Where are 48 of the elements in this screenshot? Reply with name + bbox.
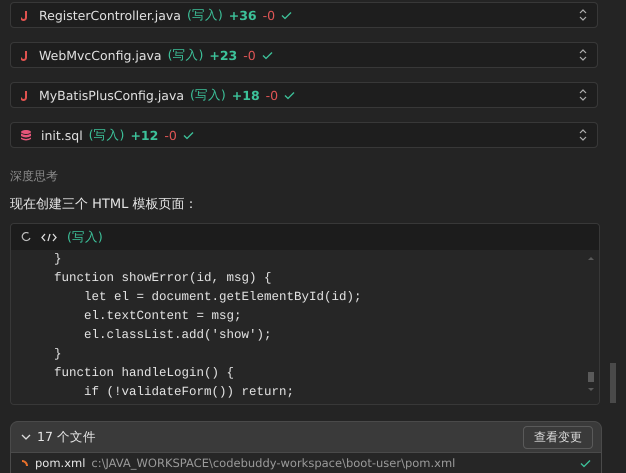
- added-count: +12: [130, 128, 158, 142]
- removed-count: -0: [262, 8, 276, 22]
- java-icon: [21, 90, 29, 100]
- code-line: el.classList.add('show');: [83, 327, 273, 344]
- expand-collapse-icon[interactable]: [579, 89, 587, 101]
- file-edit-row[interactable]: MyBatisPlusConfig.java (写入) +18 -0: [10, 82, 598, 108]
- write-mode-label: (写入): [168, 46, 204, 64]
- message-text: 现在创建三个 HTML 模板页面：: [10, 196, 198, 213]
- write-mode-label: (写入): [88, 126, 124, 144]
- file-name: pom.xml: [35, 456, 86, 470]
- code-line: function handleLogin() {: [53, 365, 236, 382]
- thinking-label[interactable]: 深度思考: [10, 168, 600, 185]
- chevron-down-icon[interactable]: [21, 434, 31, 440]
- code-line: el.textContent = msg;: [83, 308, 243, 325]
- file-edit-row[interactable]: RegisterController.java (写入) +36 -0: [10, 2, 598, 28]
- file-name: init.sql: [41, 128, 83, 142]
- file-edit-row[interactable]: init.sql (写入) +12 -0: [10, 122, 598, 148]
- expand-collapse-icon[interactable]: [579, 49, 587, 61]
- page-scrollbar-thumb[interactable]: [610, 363, 616, 403]
- added-count: +36: [228, 8, 257, 22]
- file-edit-row[interactable]: WebMvcConfig.java (写入) +23 -0: [10, 42, 598, 68]
- added-count: +23: [209, 48, 238, 62]
- code-line: if (!validateForm()) return;: [83, 384, 296, 401]
- changes-title: 17 个文件: [37, 428, 96, 446]
- code-line: }: [53, 251, 63, 268]
- file-name: WebMvcConfig.java: [39, 48, 162, 62]
- view-changes-button[interactable]: 查看变更: [523, 426, 593, 448]
- java-icon: [21, 50, 29, 60]
- file-name: MyBatisPlusConfig.java: [39, 88, 184, 102]
- file-name: RegisterController.java: [39, 8, 181, 22]
- database-icon: [21, 130, 31, 140]
- code-line: let el = document.getElementById(id);: [83, 289, 363, 306]
- expand-collapse-icon[interactable]: [579, 129, 587, 141]
- code-line: }: [53, 346, 63, 363]
- file-path: c:\JAVA_WORKSPACE\codebuddy-workspace\boot-user\pom.xml: [91, 456, 456, 470]
- xml-file-icon: [21, 459, 29, 467]
- removed-count: -0: [266, 88, 278, 102]
- write-mode-label: (写入): [186, 6, 223, 24]
- added-count: +18: [232, 88, 260, 102]
- write-mode-label: (写入): [67, 228, 103, 246]
- expand-collapse-icon[interactable]: [579, 9, 587, 21]
- changed-file-row[interactable]: pom.xml c:\JAVA_WORKSPACE\codebuddy-workspace\boot-user\pom.xml: [11, 452, 601, 473]
- removed-count: -0: [164, 128, 177, 142]
- write-mode-label: (写入): [190, 86, 226, 104]
- code-icon: [41, 232, 57, 242]
- removed-count: -0: [243, 48, 256, 62]
- code-line: function showError(id, msg) {: [53, 270, 273, 287]
- java-icon: [21, 10, 29, 20]
